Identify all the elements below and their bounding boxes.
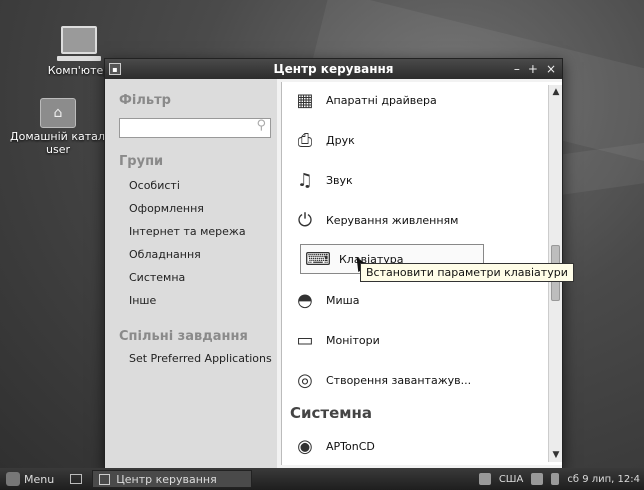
applet-power-management[interactable]: ⏻ Керування живленням [292, 208, 459, 232]
taskbar-task-label: Центр керування [116, 472, 217, 486]
scroll-down-arrow-icon[interactable]: ▼ [549, 448, 562, 462]
mouse-icon: ◓ [297, 289, 313, 311]
monitor-icon: ▭ [296, 329, 314, 351]
network-icon[interactable] [531, 473, 544, 485]
power-management-icon: ⏻ [297, 209, 313, 231]
keyboard-tooltip: Встановити параметри клавіатури [360, 263, 574, 282]
keyboard-icon: ⌨ [305, 248, 331, 270]
maximize-button[interactable]: + [528, 62, 538, 76]
applet-label: Апаратні драйвера [326, 93, 437, 107]
group-system[interactable]: Системна [129, 269, 277, 292]
group-internet-network[interactable]: Інтернет та мережа [129, 223, 277, 246]
minimize-button[interactable]: – [514, 62, 520, 76]
taskbar-task-control-center[interactable]: Центр керування [92, 470, 253, 488]
menu-label: Menu [24, 472, 55, 486]
applet-startup-disk-creator[interactable]: ◎ Створення завантажув... [292, 368, 471, 392]
window-titlebar[interactable]: ▪ Центр керування – + × [105, 59, 562, 79]
applet-printing[interactable]: ⎙ Друк [292, 128, 355, 152]
section-heading-system: Системна [290, 404, 373, 422]
group-other[interactable]: Інше [129, 292, 277, 315]
applet-mouse[interactable]: ◓ Миша [292, 288, 359, 312]
keyboard-layout-indicator[interactable]: США [499, 474, 524, 485]
task-set-preferred-applications[interactable]: Set Preferred Applications [129, 352, 277, 365]
desktop-icon-home[interactable]: ⌂ Домашній каталог user [10, 98, 106, 156]
menu-icon [6, 472, 20, 486]
group-list: Особисті Оформлення Інтернет та мережа О… [129, 177, 277, 315]
computer-icon [57, 26, 101, 61]
sound-icon: ♫ [296, 169, 314, 191]
control-center-task-icon [99, 473, 111, 485]
applet-label: APTonCD [326, 439, 375, 453]
volume-icon[interactable] [551, 473, 560, 485]
update-shield-icon[interactable] [478, 473, 491, 485]
applet-label: Створення завантажув... [326, 373, 472, 387]
filter-heading: Фільтр [119, 93, 171, 108]
applet-label: Звук [326, 173, 353, 187]
close-button[interactable]: × [546, 62, 556, 76]
window-app-icon[interactable]: ▪ [109, 63, 121, 75]
printer-icon: ⎙ [297, 129, 313, 151]
applet-monitors[interactable]: ▭ Монітори [292, 328, 380, 352]
applet-label: Друк [326, 133, 355, 147]
search-icon: ⚲ [256, 118, 266, 133]
home-folder-icon: ⌂ [40, 98, 76, 128]
search-field: ⚲ [119, 116, 271, 138]
applet-label: Керування живленням [326, 213, 459, 227]
sidebar: Фільтр ⚲ Групи Особисті Оформлення Інтер… [105, 79, 277, 468]
aptoncd-icon: ◉ [297, 435, 313, 457]
group-personal[interactable]: Особисті [129, 177, 277, 200]
window-title: Центр керування [273, 62, 394, 76]
menu-button[interactable]: Menu [0, 472, 60, 486]
show-desktop-icon[interactable] [70, 474, 83, 484]
taskbar: Menu Центр керування США сб 9 лип, 12:4 [0, 468, 644, 490]
scroll-up-arrow-icon[interactable]: ▲ [549, 85, 562, 99]
applet-aptoncd[interactable]: ◉ APTonCD [292, 434, 375, 458]
groups-heading: Групи [119, 154, 164, 169]
desktop-icon-home-sublabel: user [46, 143, 70, 156]
hardware-drivers-icon: ▦ [296, 89, 314, 111]
applet-label: Монітори [326, 333, 380, 347]
startup-disk-icon: ◎ [297, 369, 313, 391]
desktop-icon-home-label: Домашній каталог [10, 130, 106, 143]
tasks-heading: Спільні завдання [119, 329, 248, 344]
group-hardware[interactable]: Обладнання [129, 246, 277, 269]
system-tray: США сб 9 лип, 12:4 [478, 473, 644, 485]
clock[interactable]: сб 9 лип, 12:4 [567, 474, 640, 485]
applet-sound[interactable]: ♫ Звук [292, 168, 353, 192]
applet-hardware-drivers[interactable]: ▦ Апаратні драйвера [292, 88, 437, 112]
group-appearance[interactable]: Оформлення [129, 200, 277, 223]
search-input[interactable] [119, 117, 271, 138]
applet-label: Миша [326, 293, 360, 307]
